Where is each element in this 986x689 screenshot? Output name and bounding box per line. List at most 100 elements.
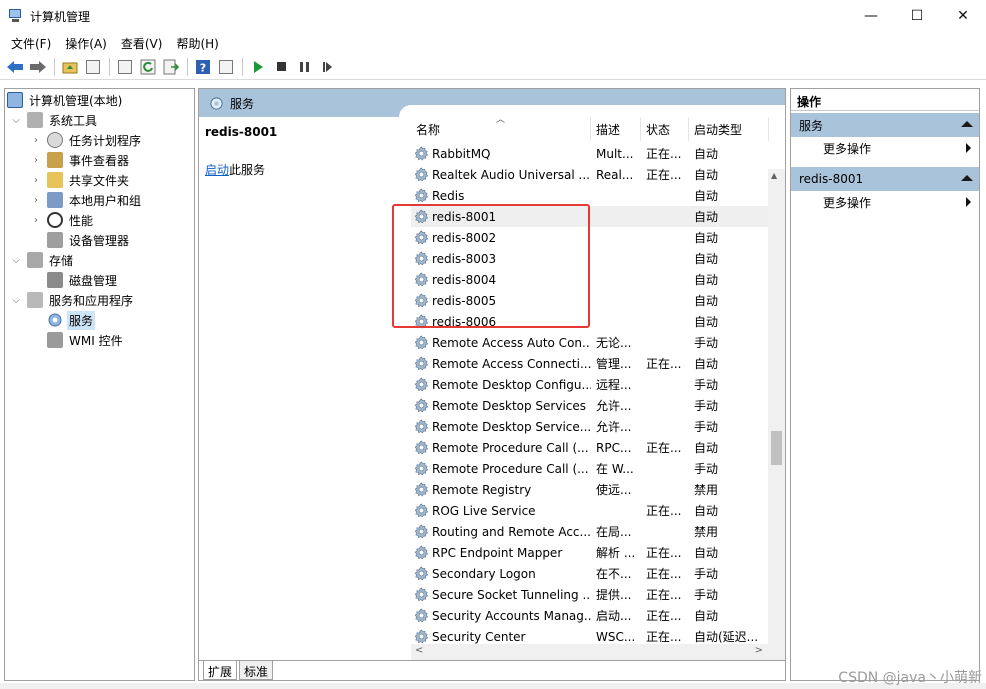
tree-item-disk-management[interactable]: 磁盘管理	[31, 270, 119, 290]
tree-item-root[interactable]: 计算机管理(本地)	[7, 90, 124, 110]
service-name-cell: Realtek Audio Universal ...	[411, 167, 591, 182]
tree-item-storage[interactable]: ⌵ 存储	[11, 250, 75, 270]
table-row[interactable]: RPC Endpoint Mapper 解析 ... 正在... 自动	[411, 542, 769, 563]
tree-item-local-users[interactable]: › 本地用户和组	[31, 190, 143, 210]
tree-item-shared-folders[interactable]: › 共享文件夹	[31, 170, 131, 190]
expand-chevron-icon[interactable]: ›	[31, 195, 41, 206]
service-gear-icon	[414, 146, 429, 161]
service-name: Remote Registry	[432, 482, 532, 497]
export-list-button[interactable]	[160, 56, 182, 78]
vertical-scroll-thumb[interactable]	[771, 431, 782, 465]
resume-service-button[interactable]	[316, 56, 338, 78]
tab-standard[interactable]: 标准	[239, 661, 274, 680]
tree-item-task-scheduler[interactable]: › 任务计划程序	[31, 130, 143, 150]
expand-chevron-icon[interactable]: ›	[31, 215, 41, 226]
table-row[interactable]: Secondary Logon 在不... 正在... 手动	[411, 563, 769, 584]
service-startup-type-cell: 自动	[694, 168, 719, 182]
collapse-chevron-icon[interactable]: ⌵	[11, 115, 21, 126]
tree-item-performance[interactable]: › 性能	[31, 210, 95, 230]
column-header-startup-type[interactable]: 启动类型	[689, 117, 769, 141]
table-row[interactable]: Remote Access Auto Con... 无论... 手动	[411, 332, 769, 353]
collapse-caret-icon[interactable]	[961, 121, 973, 127]
table-row[interactable]: Remote Access Connecti... 管理... 正在... 自动	[411, 353, 769, 374]
svg-text:?: ?	[200, 61, 206, 74]
up-level-button[interactable]	[59, 56, 81, 78]
table-row[interactable]: Remote Desktop Configu... 远程... 手动	[411, 374, 769, 395]
table-row[interactable]: ROG Live Service 正在... 自动	[411, 500, 769, 521]
start-service-button[interactable]	[247, 56, 269, 78]
tree-item-services-apps[interactable]: ⌵ 服务和应用程序	[11, 290, 135, 310]
tree-item-event-viewer[interactable]: › 事件查看器	[31, 150, 131, 170]
table-row[interactable]: Redis 自动	[411, 185, 769, 206]
table-row[interactable]: RabbitMQ Mult... 正在... 自动	[411, 143, 769, 164]
console-tree-icon	[86, 59, 100, 74]
stop-service-button[interactable]	[270, 56, 292, 78]
table-row[interactable]: Routing and Remote Acc... 在局... 禁用	[411, 521, 769, 542]
start-service-link[interactable]: 启动	[205, 163, 229, 177]
scroll-right-arrow-icon[interactable]: >	[755, 645, 763, 656]
show-hide-tree-button[interactable]	[82, 56, 104, 78]
menu-bar: 文件(F) 操作(A) 查看(V) 帮助(H)	[0, 32, 986, 54]
maximize-button[interactable]: ☐	[894, 0, 940, 32]
service-gear-icon	[414, 524, 429, 539]
close-button[interactable]: ✕	[940, 0, 986, 32]
service-description-cell: 解析 ...	[596, 546, 636, 560]
back-button[interactable]	[4, 56, 26, 78]
service-name: Routing and Remote Acc...	[432, 524, 591, 539]
scroll-left-arrow-icon[interactable]: <	[415, 645, 423, 656]
scroll-up-arrow-icon[interactable]: ▲	[771, 171, 777, 180]
expand-chevron-icon[interactable]: ›	[31, 155, 41, 166]
table-row[interactable]: Remote Procedure Call (... RPC... 正在... 自动	[411, 437, 769, 458]
help-button[interactable]: ?	[192, 56, 214, 78]
column-name-label: 名称	[416, 122, 441, 137]
menu-file[interactable]: 文件(F)	[4, 35, 58, 52]
service-description-panel: redis-8001 启动此服务	[199, 117, 404, 662]
tree-item-wmi[interactable]: WMI 控件	[31, 330, 125, 350]
tree-item-device-manager[interactable]: 设备管理器	[31, 230, 131, 250]
table-row[interactable]: Realtek Audio Universal ... Real... 正在... 自…	[411, 164, 769, 185]
tree-item-label: 设备管理器	[69, 233, 130, 248]
refresh-button[interactable]	[137, 56, 159, 78]
vertical-scrollbar[interactable]: ▲ ▼	[768, 169, 785, 680]
more-actions-services[interactable]: 更多操作	[791, 137, 979, 159]
menu-action[interactable]: 操作(A)	[58, 35, 114, 52]
service-name-cell: Remote Desktop Configu...	[411, 377, 591, 392]
pause-icon	[299, 61, 309, 72]
service-name-cell: Remote Access Auto Con...	[411, 335, 591, 350]
table-row[interactable]: Remote Registry 使远... 禁用	[411, 479, 769, 500]
action-pane-button[interactable]	[215, 56, 237, 78]
action-group-redis-8001[interactable]: redis-8001	[791, 167, 979, 191]
expand-chevron-icon[interactable]: ›	[31, 175, 41, 186]
table-row[interactable]: Remote Desktop Services 允许... 手动	[411, 395, 769, 416]
service-name-cell: Remote Procedure Call (...	[411, 440, 591, 455]
service-gear-icon	[414, 566, 429, 581]
service-description-cell: 允许...	[596, 399, 632, 413]
horizontal-scrollbar[interactable]: < >	[411, 644, 769, 660]
column-header-name[interactable]: 名称 ︿	[411, 115, 591, 141]
table-row[interactable]: Secure Socket Tunneling ... 提供... 正在... 手动	[411, 584, 769, 605]
collapse-chevron-icon[interactable]: ⌵	[11, 295, 21, 306]
table-row[interactable]: Remote Desktop Service... 允许... 手动	[411, 416, 769, 437]
tree-item-system-tools[interactable]: ⌵ 系统工具	[11, 110, 99, 130]
table-row[interactable]: Security Accounts Manag... 启动... 正在... 自动	[411, 605, 769, 626]
service-startup-type-cell: 手动	[694, 462, 719, 476]
service-description-cell: 远程...	[596, 378, 632, 392]
column-header-description[interactable]: 描述	[591, 117, 641, 141]
pause-service-button[interactable]	[293, 56, 315, 78]
menu-view[interactable]: 查看(V)	[114, 35, 170, 52]
service-startup-type-cell: 自动	[694, 189, 719, 203]
column-header-status[interactable]: 状态	[641, 117, 689, 141]
tab-extended[interactable]: 扩展	[203, 661, 238, 680]
properties-button[interactable]	[114, 56, 136, 78]
table-row[interactable]: Remote Procedure Call (... 在 W... 手动	[411, 458, 769, 479]
expand-chevron-icon[interactable]: ›	[31, 135, 41, 146]
tree-item-services[interactable]: 服务	[31, 310, 96, 330]
menu-help[interactable]: 帮助(H)	[169, 35, 225, 52]
collapse-caret-icon[interactable]	[961, 175, 973, 181]
collapse-chevron-icon[interactable]: ⌵	[11, 255, 21, 266]
forward-button[interactable]	[27, 56, 49, 78]
minimize-button[interactable]: —	[848, 0, 894, 32]
storage-icon	[27, 252, 43, 268]
action-group-services[interactable]: 服务	[791, 113, 979, 137]
more-actions-redis-8001[interactable]: 更多操作	[791, 191, 979, 213]
